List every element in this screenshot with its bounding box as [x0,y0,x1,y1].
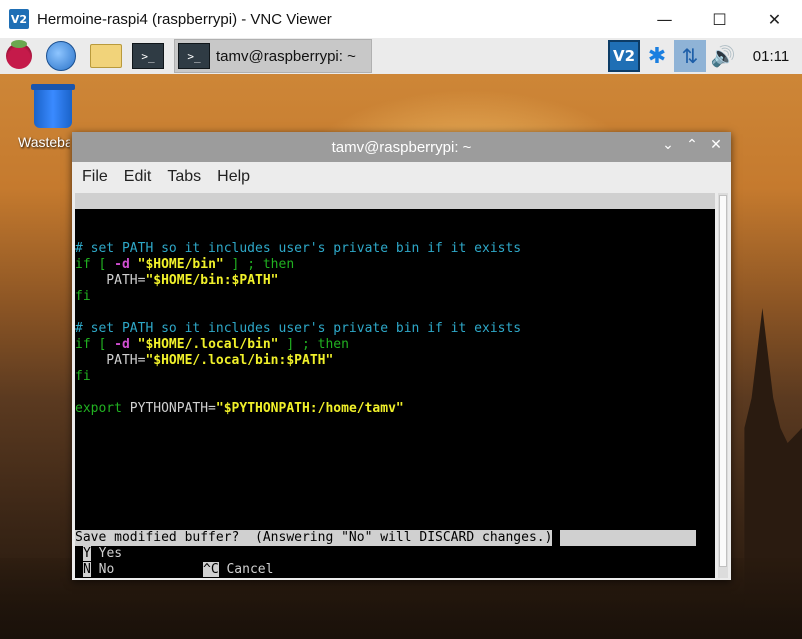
menu-tabs[interactable]: Tabs [167,168,201,186]
nano-filename: /home/tamv/.profile [331,225,480,240]
terminal-icon: >_ [178,43,210,69]
vnc-app-icon: V2 [9,9,29,29]
code-line: # set PATH so it includes user's private… [75,321,522,336]
save-prompt-text: Save modified buffer? (Answering "No" wi… [75,530,553,546]
wastebasket-label: Wastebasket [18,134,70,150]
terminal-icon[interactable]: >_ [132,41,164,71]
wastebasket-icon [31,84,75,128]
menu-file[interactable]: File [82,168,108,186]
volume-icon[interactable]: 🔊 [706,44,740,68]
option-cancel[interactable]: ^C Cancel [203,562,273,578]
nano-header-bar: GNU nano 3.2 /home/tamv/.profile Modifie… [75,193,715,256]
terminal-menubar: File Edit Tabs Help [72,162,731,192]
terminal-title: tamv@raspberrypi: ~ [331,139,472,156]
nano-modified-status: Modified [644,241,707,256]
code-line: fi [75,369,91,384]
terminal-window-controls: ⌄ ⌃ ✕ [661,137,723,153]
save-prompt: Save modified buffer? (Answering "No" wi… [75,530,715,546]
taskbar-terminal-item[interactable]: >_ tamv@raspberrypi: ~ [174,39,372,73]
code-line: if [ -d "$HOME/.local/bin" ] ; then [75,337,349,352]
close-icon[interactable]: ✕ [709,137,723,153]
terminal-window: tamv@raspberrypi: ~ ⌄ ⌃ ✕ File Edit Tabs… [72,132,731,580]
scrollbar-thumb[interactable] [719,195,727,567]
network-icon[interactable]: ⇅ [674,40,706,72]
option-no[interactable]: N No [83,562,114,578]
bluetooth-icon[interactable]: ✱ [640,44,674,69]
window-controls: — ☐ ✕ [637,0,802,38]
close-button[interactable]: ✕ [747,0,802,38]
terminal-titlebar[interactable]: tamv@raspberrypi: ~ ⌄ ⌃ ✕ [72,132,731,162]
browser-globe-icon[interactable] [46,41,76,71]
maximize-icon[interactable]: ⌃ [685,137,699,153]
maximize-button[interactable]: ☐ [692,0,747,38]
no-label: No [90,562,115,577]
nano-version: GNU nano 3.2 [91,209,185,224]
code-line: if [ -d "$HOME/bin" ] ; then [75,257,295,272]
clock[interactable]: 01:11 [740,48,802,65]
prompt-input[interactable] [560,530,697,546]
taskbar-item-label: tamv@raspberrypi: ~ [216,47,356,65]
cancel-label: Cancel [218,562,274,577]
system-tray: V2 ✱ ⇅ 🔊 01:11 [608,38,802,74]
yes-label: Yes [90,546,123,561]
option-yes[interactable]: Y Yes [83,546,122,562]
file-manager-icon[interactable] [90,41,122,71]
code-line: # set PATH so it includes user's private… [75,241,522,256]
window-title: Hermoine-raspi4 (raspberrypi) - VNC View… [37,10,332,28]
cancel-key: ^C [203,562,219,577]
raspberry-menu-icon[interactable] [6,40,32,71]
menu-edit[interactable]: Edit [124,168,152,186]
terminal-screen[interactable]: GNU nano 3.2 /home/tamv/.profile Modifie… [75,193,715,578]
minimize-button[interactable]: — [637,0,692,38]
terminal-scrollbar[interactable] [718,193,728,578]
code-line: PATH="$HOME/.local/bin:$PATH" [75,353,334,368]
code-line: fi [75,289,91,304]
code-line: PATH="$HOME/bin:$PATH" [75,273,279,288]
yes-key: Y [83,546,91,561]
vnc-server-icon[interactable]: V2 [608,40,640,72]
minimize-icon[interactable]: ⌄ [661,137,675,153]
vnc-viewer-titlebar: V2 Hermoine-raspi4 (raspberrypi) - VNC V… [0,0,802,38]
raspberry-pi-taskbar: >_ >_ tamv@raspberrypi: ~ V2 ✱ ⇅ 🔊 01:11 [0,38,802,74]
code-line: export PYTHONPATH="$PYTHONPATH:/home/tam… [75,401,404,416]
no-key: N [83,562,91,577]
menu-help[interactable]: Help [217,168,250,186]
